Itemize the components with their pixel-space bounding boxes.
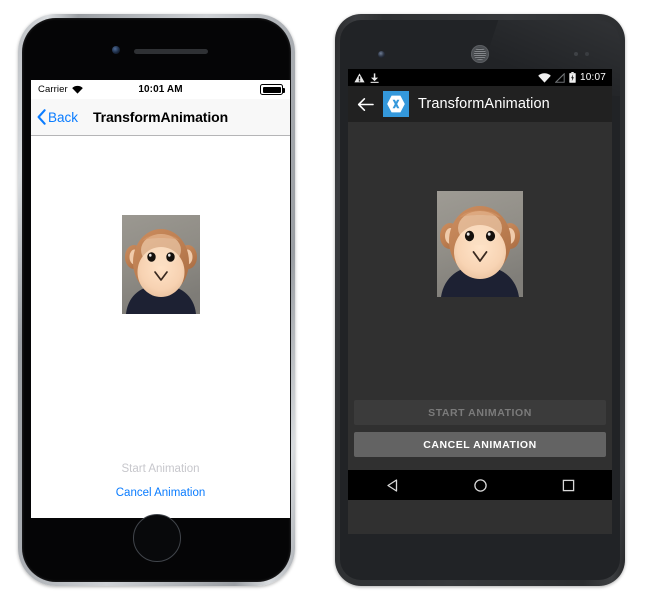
start-animation-button[interactable]: Start Animation xyxy=(31,457,290,481)
android-content-area: START ANIMATION CANCEL ANIMATION xyxy=(348,122,612,470)
xamarin-logo-icon xyxy=(383,91,409,117)
android-screen: 10:07 TransformAnimation START ANIMATION… xyxy=(348,69,612,534)
square-icon xyxy=(562,479,574,491)
front-camera-icon xyxy=(112,46,120,54)
iphone-front-face: Carrier 10:01 AM Back TransformAnimation… xyxy=(22,18,291,582)
android-back-key[interactable] xyxy=(370,470,414,500)
android-button-group: START ANIMATION CANCEL ANIMATION xyxy=(348,400,612,464)
ios-status-bar: Carrier 10:01 AM xyxy=(31,80,290,99)
android-status-right: 10:07 xyxy=(538,72,606,83)
light-sensor-icon xyxy=(585,52,589,56)
android-status-left xyxy=(354,72,379,83)
android-page-title: TransformAnimation xyxy=(418,96,550,112)
ios-button-group: Start Animation Cancel Animation xyxy=(31,457,290,505)
earpiece-speaker-icon xyxy=(134,49,208,54)
mockup-stage: Carrier 10:01 AM Back TransformAnimation… xyxy=(0,0,649,600)
ios-clock: 10:01 AM xyxy=(138,84,183,95)
front-camera-icon xyxy=(378,51,385,58)
earpiece-speaker-icon xyxy=(471,45,489,63)
wifi-icon xyxy=(538,72,551,83)
download-arrow-icon xyxy=(370,72,379,83)
home-button-icon[interactable] xyxy=(132,514,181,562)
monkey-photo xyxy=(121,215,200,314)
warning-triangle-icon xyxy=(354,72,365,82)
triangle-left-icon xyxy=(386,478,397,492)
android-toolbar: TransformAnimation xyxy=(348,86,612,122)
arrow-left-icon xyxy=(357,97,374,111)
android-clock: 10:07 xyxy=(579,72,606,83)
ios-content-area: Start Animation Cancel Animation xyxy=(31,136,290,518)
ios-image-container xyxy=(121,215,200,314)
ios-screen: Carrier 10:01 AM Back TransformAnimation… xyxy=(31,80,290,518)
page-title: TransformAnimation xyxy=(92,109,229,125)
ios-status-right xyxy=(260,84,285,95)
android-recents-key[interactable] xyxy=(546,470,590,500)
android-device-frame: 10:07 TransformAnimation START ANIMATION… xyxy=(335,14,625,586)
cancel-animation-button[interactable]: Cancel Animation xyxy=(31,481,290,505)
proximity-sensor-icon xyxy=(574,52,578,56)
monkey-photo xyxy=(437,191,523,297)
start-animation-button[interactable]: START ANIMATION xyxy=(354,400,606,425)
xamarin-hexagon-icon xyxy=(387,95,405,113)
android-back-button[interactable] xyxy=(357,97,374,112)
android-navigation-bar xyxy=(348,470,612,500)
iphone-device-frame: Carrier 10:01 AM Back TransformAnimation… xyxy=(18,14,295,586)
android-image-container xyxy=(437,191,523,297)
android-status-bar: 10:07 xyxy=(348,69,612,86)
android-home-key[interactable] xyxy=(458,470,502,500)
circle-icon xyxy=(473,478,487,492)
battery-charging-icon xyxy=(569,72,576,83)
battery-full-icon xyxy=(260,84,285,95)
no-signal-icon xyxy=(554,72,565,83)
ios-navigation-bar: Back TransformAnimation xyxy=(31,99,290,136)
android-front-face: 10:07 TransformAnimation START ANIMATION… xyxy=(340,20,620,580)
cancel-animation-button[interactable]: CANCEL ANIMATION xyxy=(354,432,606,457)
